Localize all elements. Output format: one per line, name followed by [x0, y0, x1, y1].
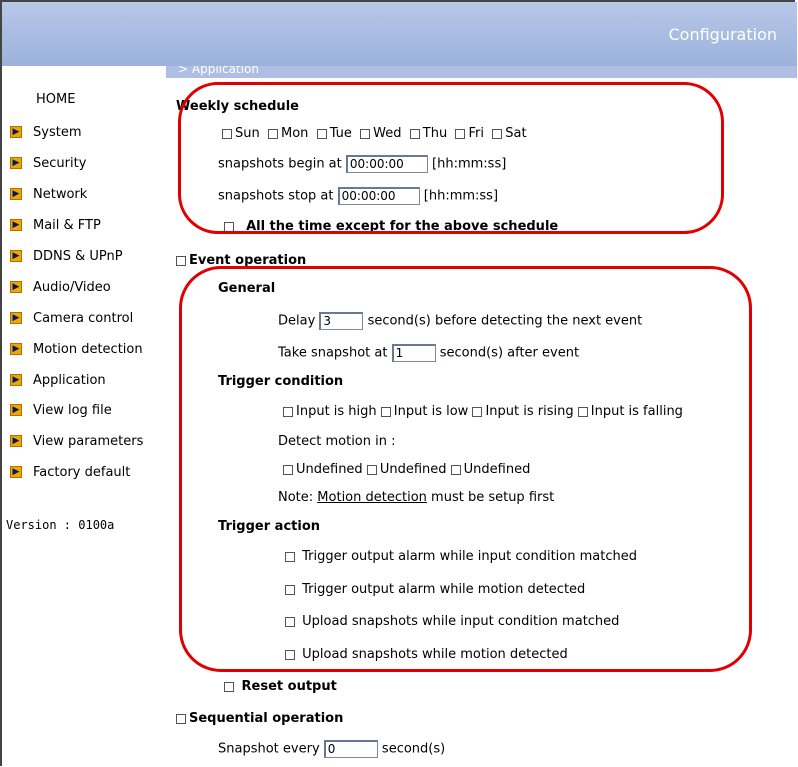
snapshot-every-row: Snapshot every 0 second(s): [218, 740, 445, 758]
checkbox[interactable]: [176, 255, 186, 266]
highlight-ring-weekly: [178, 82, 724, 234]
main-content: Weekly schedule Sun Mon Tue Wed Thu Fri …: [0, 0, 798, 767]
highlight-ring-event: [179, 266, 752, 672]
checkbox[interactable]: [224, 681, 234, 692]
reset-output-label: Reset output: [241, 679, 337, 694]
checkbox[interactable]: [176, 713, 186, 724]
snapshot-every-input[interactable]: 0: [323, 740, 378, 758]
sequential-operation-toggle[interactable]: Sequential operation: [176, 711, 343, 726]
sequential-operation-label: Sequential operation: [189, 711, 344, 726]
snapshot-every-suffix: second(s): [381, 741, 446, 757]
reset-output-row[interactable]: Reset output: [224, 679, 337, 694]
snapshot-every-label: Snapshot every: [218, 741, 320, 757]
